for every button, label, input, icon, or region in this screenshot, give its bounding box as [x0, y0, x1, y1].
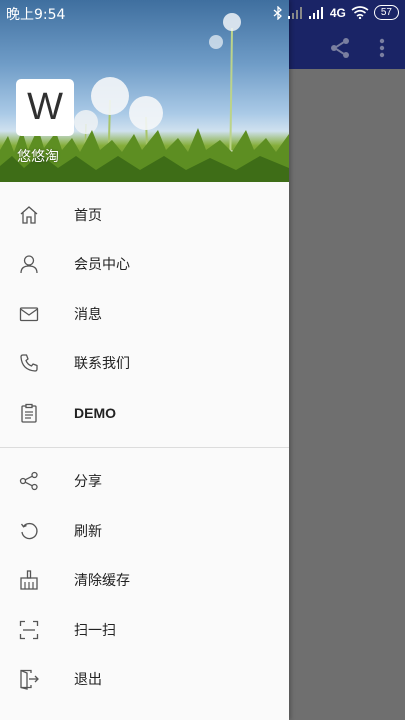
status-time: 晚上9:54	[6, 7, 66, 23]
menu-item-refresh[interactable]: 刷新	[0, 506, 289, 556]
menu-item-label: 扫一扫	[74, 622, 116, 639]
wifi-icon	[351, 6, 369, 19]
bluetooth-icon	[273, 5, 282, 20]
exit-icon	[18, 668, 40, 691]
menu-item-demo[interactable]: DEMO	[0, 388, 289, 438]
battery-indicator: 57	[373, 5, 399, 20]
menu-item-label: 首页	[74, 207, 102, 224]
signal-weak-icon	[287, 6, 302, 19]
scan-icon	[18, 619, 40, 641]
navigation-drawer: W 悠悠淘 首页 会员中心 消息 联系我们 DEMO 分享 刷新 清除缓存 扫一…	[0, 0, 289, 720]
menu-item-member-center[interactable]: 会员中心	[0, 240, 289, 290]
refresh-icon	[18, 520, 40, 542]
menu-item-label: 退出	[74, 672, 102, 689]
menu-item-label: 联系我们	[74, 356, 130, 373]
menu-item-clear-cache[interactable]: 清除缓存	[0, 556, 289, 606]
username: 悠悠淘	[17, 149, 59, 165]
menu-item-label: 消息	[74, 306, 102, 323]
menu-item-label: 会员中心	[74, 257, 130, 274]
share-icon[interactable]	[328, 36, 352, 60]
more-vertical-icon[interactable]	[372, 36, 392, 60]
menu-item-share[interactable]: 分享	[0, 457, 289, 507]
status-bar: 晚上9:54 4G 57	[0, 0, 405, 25]
mail-icon	[18, 303, 40, 325]
menu-item-logout[interactable]: 退出	[0, 655, 289, 705]
menu-item-label: DEMO	[74, 404, 116, 421]
menu-item-home[interactable]: 首页	[0, 190, 289, 240]
phone-icon	[18, 352, 40, 374]
menu-item-messages[interactable]: 消息	[0, 289, 289, 339]
menu-item-label: 刷新	[74, 523, 102, 540]
menu-divider	[0, 446, 289, 448]
menu-item-scan[interactable]: 扫一扫	[0, 605, 289, 655]
user-icon	[18, 253, 40, 275]
home-icon	[18, 204, 40, 226]
menu-item-label: 分享	[74, 474, 102, 491]
avatar[interactable]: W	[16, 79, 74, 136]
drawer-menu-secondary: 分享 刷新 清除缓存 扫一扫 退出	[0, 457, 289, 705]
network-type: 4G	[329, 5, 346, 20]
drawer-header: W 悠悠淘	[0, 0, 289, 182]
menu-item-contact-us[interactable]: 联系我们	[0, 339, 289, 389]
drawer-menu-primary: 首页 会员中心 消息 联系我们 DEMO	[0, 182, 289, 438]
signal-icon	[308, 6, 323, 19]
clipboard-icon	[18, 402, 40, 424]
share-icon	[18, 470, 40, 492]
menu-item-label: 清除缓存	[74, 573, 130, 590]
broom-icon	[18, 569, 40, 591]
status-icons: 4G 57	[273, 3, 399, 22]
